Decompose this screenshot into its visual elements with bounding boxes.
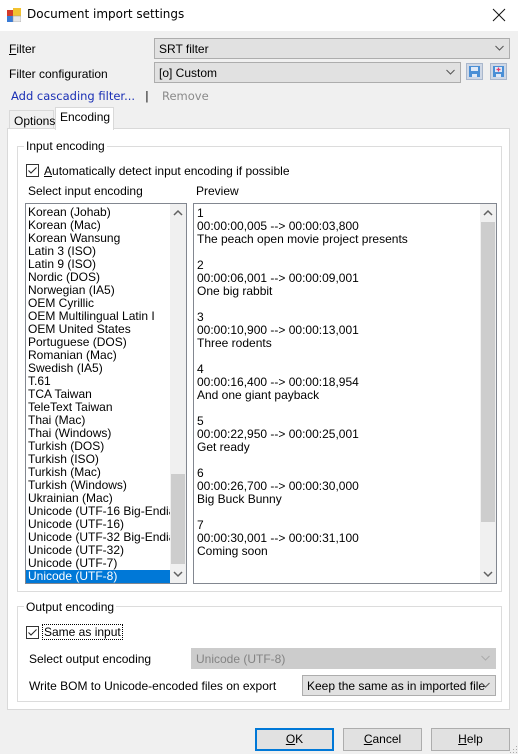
remove-cascading-filter-link[interactable]: Remove bbox=[162, 89, 209, 103]
scroll-down-icon[interactable] bbox=[173, 570, 183, 578]
resize-grip-icon[interactable] bbox=[510, 746, 518, 754]
encoding-list-scrollbar[interactable] bbox=[170, 204, 186, 583]
chevron-down-icon bbox=[495, 45, 504, 51]
checkmark-icon bbox=[28, 629, 37, 636]
auto-detect-checkbox[interactable] bbox=[26, 164, 39, 177]
filter-configuration-value: [o] Custom bbox=[159, 66, 218, 80]
same-as-input-label[interactable]: Same as input bbox=[42, 624, 123, 640]
preview-line: And one giant payback bbox=[197, 388, 320, 402]
scroll-up-icon[interactable] bbox=[173, 209, 183, 217]
preview-label: Preview bbox=[196, 184, 239, 198]
write-bom-label: Write BOM to Unicode-encoded files on ex… bbox=[29, 679, 277, 693]
help-mnemonic: H bbox=[458, 732, 467, 746]
select-input-encoding-label: Select input encoding bbox=[28, 184, 143, 198]
same-as-input-checkbox[interactable] bbox=[26, 626, 39, 639]
auto-detect-label[interactable]: Automatically detect input encoding if p… bbox=[44, 164, 290, 178]
tab-options[interactable]: Options bbox=[9, 110, 55, 130]
output-encoding-select[interactable]: Unicode (UTF-8) bbox=[191, 648, 496, 669]
filter-select-value: SRT filter bbox=[159, 42, 209, 56]
new-config-icon bbox=[493, 66, 504, 77]
link-separator: | bbox=[145, 89, 149, 103]
filter-label: Filter bbox=[9, 42, 36, 56]
chevron-down-icon bbox=[481, 655, 490, 661]
close-icon bbox=[492, 8, 506, 22]
encoding-list: Korean (Johab) Korean (Mac) Korean Wansung… bbox=[26, 206, 186, 583]
add-cascading-filter-link[interactable]: Add cascading filter... bbox=[11, 89, 135, 103]
preview-line bbox=[197, 298, 479, 311]
preview-line: Big Buck Bunny bbox=[197, 492, 282, 506]
select-output-encoding-label: Select output encoding bbox=[29, 652, 152, 666]
auto-detect-mnemonic: A bbox=[44, 164, 53, 178]
chevron-down-icon bbox=[481, 682, 490, 688]
ok-label-rest: K bbox=[295, 732, 304, 746]
preview-line bbox=[197, 506, 479, 519]
filter-configuration-label: Filter configuration bbox=[9, 67, 108, 81]
help-button[interactable]: Help bbox=[431, 728, 510, 751]
filter-configuration-select[interactable]: [o] Custom bbox=[154, 62, 461, 83]
output-encoding-group-title: Output encoding bbox=[24, 600, 117, 614]
encoding-list-scroll-thumb[interactable] bbox=[171, 474, 185, 564]
preview-line bbox=[197, 454, 479, 467]
help-label-rest: elp bbox=[466, 732, 483, 746]
preview-line: One big rabbit bbox=[197, 284, 273, 298]
tab-encoding[interactable]: Encoding bbox=[55, 107, 114, 130]
write-bom-select[interactable]: Keep the same as in imported file bbox=[302, 675, 496, 696]
ok-mnemonic: O bbox=[285, 732, 296, 746]
auto-detect-label-rest: utomatically detect input encoding if po… bbox=[52, 164, 290, 178]
scroll-up-icon[interactable] bbox=[483, 209, 493, 217]
title-bar: Document import settings bbox=[0, 0, 518, 31]
output-encoding-value: Unicode (UTF-8) bbox=[196, 652, 286, 666]
preview-scroll-thumb[interactable] bbox=[481, 222, 495, 522]
input-encoding-group-title: Input encoding bbox=[24, 139, 107, 153]
preview-line: Coming soon bbox=[197, 544, 268, 558]
chevron-down-icon bbox=[446, 69, 455, 75]
close-button[interactable] bbox=[488, 4, 510, 26]
write-bom-value: Keep the same as in imported file bbox=[307, 679, 486, 693]
preview-line: Get ready bbox=[197, 440, 250, 454]
preview-line bbox=[197, 246, 479, 259]
save-config-button[interactable] bbox=[466, 63, 483, 80]
preview-line: The peach open movie project presents bbox=[197, 232, 408, 246]
filter-select[interactable]: SRT filter bbox=[154, 38, 510, 59]
cancel-label-rest: ancel bbox=[372, 732, 402, 746]
preview-scrollbar[interactable] bbox=[480, 204, 496, 583]
preview-content: 1 00:00:00,005 --> 00:00:03,800 The peach … bbox=[197, 207, 479, 558]
new-config-button[interactable] bbox=[490, 63, 507, 80]
preview-line bbox=[197, 402, 479, 415]
save-config-icon bbox=[469, 66, 480, 77]
preview-textbox[interactable]: 1 00:00:00,005 --> 00:00:03,800 The peach … bbox=[193, 203, 497, 584]
input-encoding-listbox[interactable]: Korean (Johab) Korean (Mac) Korean Wansung… bbox=[25, 203, 187, 584]
preview-line: Three rodents bbox=[197, 336, 272, 350]
cancel-button[interactable]: Cancel bbox=[343, 728, 422, 751]
encoding-list-item[interactable]: Unicode (UTF-8) bbox=[26, 570, 170, 583]
scroll-down-icon[interactable] bbox=[483, 570, 493, 578]
preview-line bbox=[197, 350, 479, 363]
ok-button[interactable]: OK bbox=[255, 728, 334, 751]
checkmark-icon bbox=[28, 167, 37, 174]
window-title: Document import settings bbox=[27, 7, 185, 21]
filter-label-rest: ilter bbox=[16, 42, 36, 56]
app-window-icon bbox=[7, 8, 21, 22]
